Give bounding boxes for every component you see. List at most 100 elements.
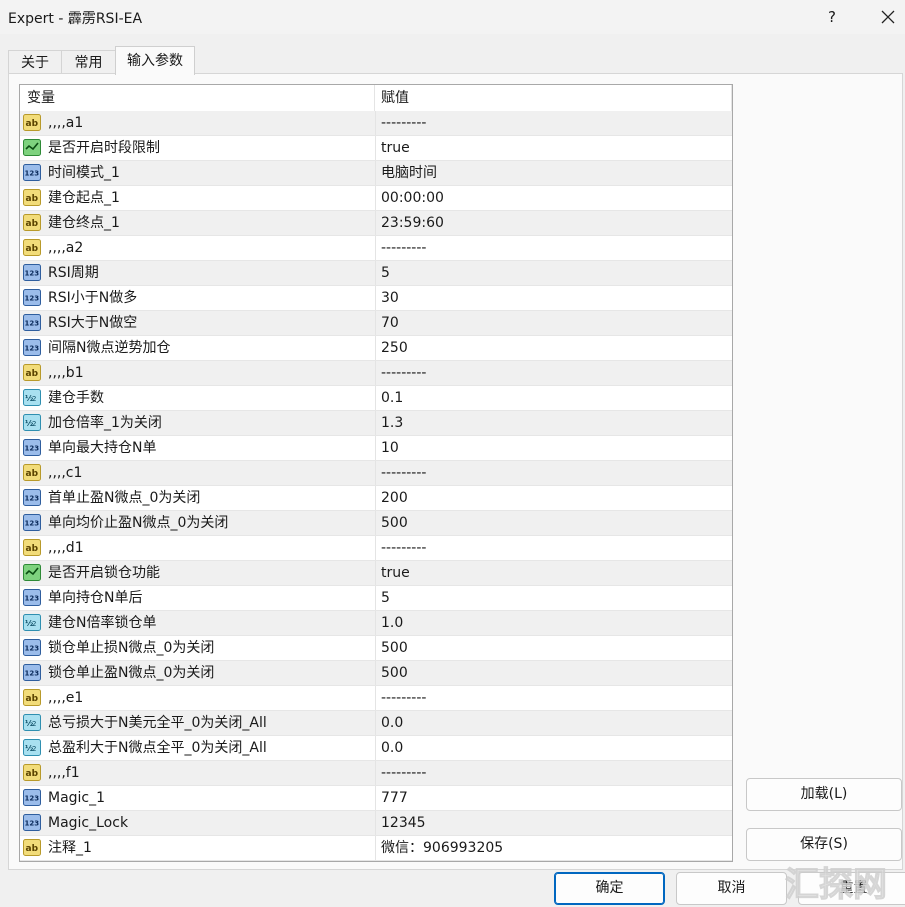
- parameter-row[interactable]: 123 锁仓单止损N微点_0为关闭 500: [20, 636, 732, 661]
- svg-text:123: 123: [25, 345, 40, 353]
- parameter-name: 总盈利大于N微点全平_0为关闭_All: [48, 740, 267, 756]
- parameter-value[interactable]: 5: [381, 586, 390, 610]
- parameter-row[interactable]: ab 建仓起点_1 00:00:00: [20, 186, 732, 211]
- tab-about[interactable]: 关于: [8, 50, 62, 74]
- svg-text:123: 123: [25, 445, 40, 453]
- tab-common[interactable]: 常用: [61, 50, 116, 74]
- string-type-icon: ab: [23, 189, 41, 206]
- string-type-icon: ab: [23, 114, 41, 131]
- column-divider: [375, 811, 376, 835]
- svg-text:123: 123: [25, 795, 40, 803]
- integer-type-icon: 123: [23, 314, 41, 331]
- column-divider: [375, 186, 376, 210]
- parameter-value[interactable]: 777: [381, 786, 408, 810]
- parameter-row[interactable]: 123 间隔N微点逆势加仓 250: [20, 336, 732, 361]
- svg-text:ab: ab: [26, 469, 39, 479]
- parameter-value[interactable]: ---------: [381, 686, 426, 710]
- parameter-value[interactable]: true: [381, 561, 410, 585]
- column-divider: [375, 286, 376, 310]
- parameter-value[interactable]: ---------: [381, 761, 426, 785]
- parameter-row[interactable]: 123 单向均价止盈N微点_0为关闭 500: [20, 511, 732, 536]
- tab-inputs[interactable]: 输入参数: [115, 46, 195, 75]
- close-icon: [881, 10, 895, 24]
- svg-text:123: 123: [25, 270, 40, 278]
- parameter-name: 锁仓单止损N微点_0为关闭: [48, 640, 215, 656]
- parameter-row[interactable]: ½ 2 建仓手数 0.1: [20, 386, 732, 411]
- string-type-icon: ab: [23, 839, 41, 856]
- parameter-value[interactable]: 23:59:60: [381, 211, 444, 235]
- close-button[interactable]: [873, 4, 903, 30]
- parameter-value[interactable]: 250: [381, 336, 408, 360]
- ok-button[interactable]: 确定: [554, 872, 665, 905]
- parameter-value[interactable]: true: [381, 136, 410, 160]
- parameter-name: RSI周期: [48, 265, 99, 281]
- load-button[interactable]: 加载(L): [746, 778, 902, 811]
- parameter-value[interactable]: ---------: [381, 236, 426, 260]
- parameter-row[interactable]: ab ,,,,c1 ---------: [20, 461, 732, 486]
- parameter-row[interactable]: ½ 2 总亏损大于N美元全平_0为关闭_All 0.0: [20, 711, 732, 736]
- cancel-button[interactable]: 取消: [676, 872, 787, 905]
- parameter-row[interactable]: 123 首单止盈N微点_0为关闭 200: [20, 486, 732, 511]
- parameter-name: RSI小于N做多: [48, 290, 138, 306]
- parameter-value[interactable]: 00:00:00: [381, 186, 444, 210]
- parameter-value[interactable]: 电脑时间: [381, 161, 437, 185]
- parameter-row[interactable]: ab 注释_1 微信：906993205: [20, 836, 732, 861]
- parameter-row[interactable]: ½ 2 加仓倍率_1为关闭 1.3: [20, 411, 732, 436]
- parameter-row[interactable]: 123 RSI大于N做空 70: [20, 311, 732, 336]
- parameter-row[interactable]: 123 单向持仓N单后 5: [20, 586, 732, 611]
- parameter-name: Magic_Lock: [48, 815, 129, 831]
- parameter-row[interactable]: 123 Magic_Lock 12345: [20, 811, 732, 836]
- parameter-value[interactable]: 500: [381, 636, 408, 660]
- parameter-row[interactable]: 123 RSI周期 5: [20, 261, 732, 286]
- help-button[interactable]: ?: [818, 4, 846, 30]
- parameter-value[interactable]: 0.1: [381, 386, 403, 410]
- parameter-value[interactable]: 30: [381, 286, 399, 310]
- parameter-value[interactable]: 500: [381, 661, 408, 685]
- parameter-value[interactable]: 1.0: [381, 611, 403, 635]
- parameter-value[interactable]: 微信：906993205: [381, 836, 503, 860]
- parameter-value[interactable]: 10: [381, 436, 399, 460]
- parameter-value[interactable]: 200: [381, 486, 408, 510]
- column-divider: [375, 611, 376, 635]
- parameter-row[interactable]: ab ,,,,d1 ---------: [20, 536, 732, 561]
- parameter-row[interactable]: ab ,,,,f1 ---------: [20, 761, 732, 786]
- column-divider: [375, 261, 376, 285]
- parameter-value[interactable]: 500: [381, 511, 408, 535]
- parameter-row[interactable]: 是否开启锁仓功能 true: [20, 561, 732, 586]
- parameter-value[interactable]: 70: [381, 311, 399, 335]
- column-header-variable[interactable]: 变量: [20, 85, 375, 111]
- parameter-value[interactable]: 0.0: [381, 711, 403, 735]
- column-divider: [375, 311, 376, 335]
- column-divider: [375, 211, 376, 235]
- parameter-row[interactable]: 是否开启时段限制 true: [20, 136, 732, 161]
- column-divider: [375, 361, 376, 385]
- title-bar: Expert - 霹雳RSI-EA ?: [0, 0, 905, 34]
- parameter-value[interactable]: ---------: [381, 111, 426, 135]
- parameter-row[interactable]: ab ,,,,e1 ---------: [20, 686, 732, 711]
- parameter-row[interactable]: 123 RSI小于N做多 30: [20, 286, 732, 311]
- parameter-row[interactable]: ½ 2 建仓N倍率锁仓单 1.0: [20, 611, 732, 636]
- parameter-row[interactable]: ab ,,,,b1 ---------: [20, 361, 732, 386]
- parameter-value[interactable]: 5: [381, 261, 390, 285]
- parameter-value[interactable]: ---------: [381, 361, 426, 385]
- parameter-value[interactable]: 12345: [381, 811, 426, 835]
- svg-text:123: 123: [25, 820, 40, 828]
- parameter-row[interactable]: ab 建仓终点_1 23:59:60: [20, 211, 732, 236]
- parameter-row[interactable]: 123 时间模式_1 电脑时间: [20, 161, 732, 186]
- parameter-value[interactable]: 1.3: [381, 411, 403, 435]
- integer-type-icon: 123: [23, 789, 41, 806]
- parameter-row[interactable]: ½ 2 总盈利大于N微点全平_0为关闭_All 0.0: [20, 736, 732, 761]
- parameter-row[interactable]: 123 锁仓单止盈N微点_0为关闭 500: [20, 661, 732, 686]
- parameter-value[interactable]: ---------: [381, 461, 426, 485]
- parameter-value[interactable]: 0.0: [381, 736, 403, 760]
- save-button[interactable]: 保存(S): [746, 828, 902, 861]
- column-divider: [375, 686, 376, 710]
- parameter-row[interactable]: 123 Magic_1 777: [20, 786, 732, 811]
- column-divider: [375, 636, 376, 660]
- svg-text:123: 123: [25, 595, 40, 603]
- column-header-value[interactable]: 赋值: [375, 85, 732, 111]
- parameter-row[interactable]: ab ,,,,a2 ---------: [20, 236, 732, 261]
- parameter-row[interactable]: 123 单向最大持仓N单 10: [20, 436, 732, 461]
- parameter-row[interactable]: ab ,,,,a1 ---------: [20, 111, 732, 136]
- parameter-value[interactable]: ---------: [381, 536, 426, 560]
